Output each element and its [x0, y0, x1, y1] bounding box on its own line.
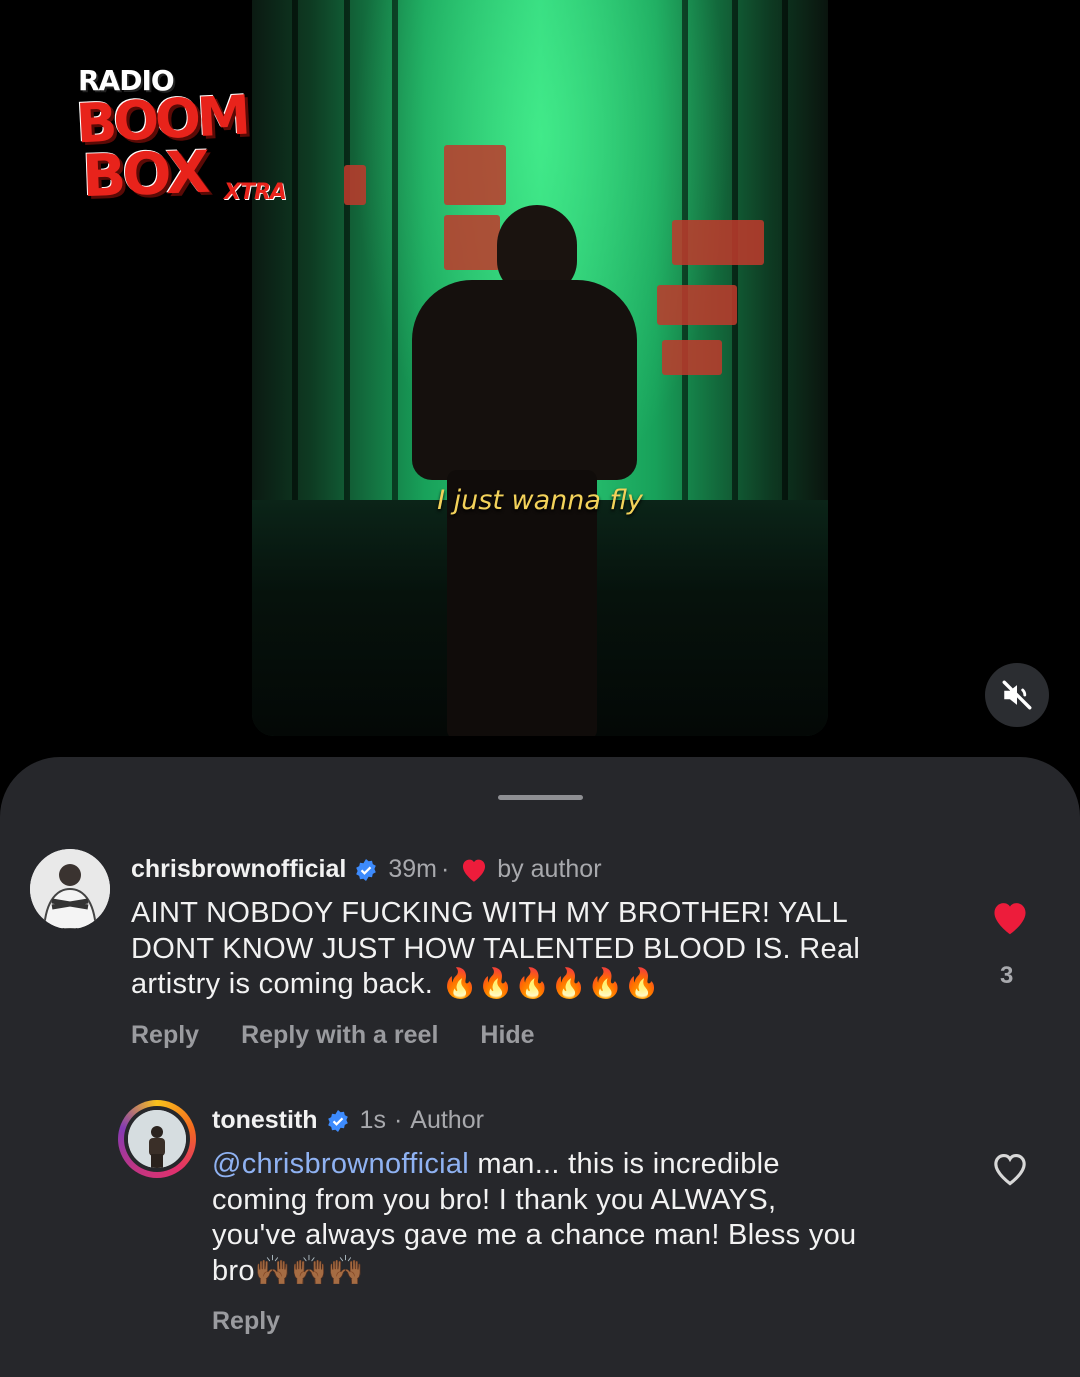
- meta-separator: ·: [393, 1106, 403, 1134]
- comment-username[interactable]: tonestith: [212, 1106, 318, 1135]
- comment-text-fragment: man... this is incredible: [469, 1148, 780, 1180]
- comment-text-line: @chrisbrownofficial man... this is incre…: [212, 1147, 856, 1183]
- comment-text: AINT NOBDOY FUCKING WITH MY BROTHER! YAL…: [131, 896, 860, 1003]
- comment-text-line: artistry is coming back. 🔥🔥🔥🔥🔥🔥: [131, 968, 660, 1000]
- avatar-photo: [30, 849, 110, 929]
- heart-filled-icon: [994, 903, 1026, 935]
- comment-text-line: coming from you bro! I thank you ALWAYS,: [212, 1183, 777, 1216]
- like-button[interactable]: [989, 1149, 1031, 1192]
- author-label: Author: [410, 1106, 484, 1134]
- heart-outline-icon: [994, 1154, 1026, 1186]
- comment-time: 39m: [388, 855, 437, 883]
- video-sign: [672, 220, 764, 265]
- liked-by-author-label: by author: [497, 855, 602, 883]
- reel-video[interactable]: I just wanna fly: [252, 0, 828, 736]
- video-sign: [344, 165, 366, 205]
- comment-username[interactable]: chrisbrownofficial: [131, 855, 346, 884]
- video-sign: [444, 215, 500, 270]
- comment-meta: tonestith 1s · Author: [212, 1106, 484, 1135]
- reply-with-reel-button[interactable]: Reply with a reel: [241, 1021, 438, 1050]
- comment-text: @chrisbrownofficial man... this is incre…: [212, 1147, 856, 1289]
- avatar-photo: [128, 1110, 186, 1168]
- like-button[interactable]: [989, 898, 1031, 941]
- mention-link[interactable]: @chrisbrownofficial: [212, 1148, 469, 1180]
- meta-separator: ·: [440, 855, 450, 883]
- avatar[interactable]: [124, 1106, 190, 1172]
- comment-text-line: DONT KNOW JUST HOW TALENTED BLOOD IS. Re…: [131, 932, 861, 965]
- avatar[interactable]: [30, 849, 110, 929]
- speaker-muted-icon: [1002, 680, 1032, 710]
- verified-badge-icon: [326, 1109, 350, 1133]
- like-count: 3: [1000, 962, 1014, 989]
- comment-text-line: you've always gave me a chance man! Bles…: [212, 1219, 857, 1251]
- video-sign: [662, 340, 722, 375]
- reply-button[interactable]: Reply: [131, 1021, 199, 1050]
- logo-text: XTRA: [224, 180, 287, 205]
- comment-text-line: bro🙌🏾🙌🏾🙌🏾: [212, 1254, 365, 1287]
- verified-badge-icon: [354, 858, 378, 882]
- mute-button[interactable]: [985, 663, 1049, 727]
- comment-meta: chrisbrownofficial 39m · by author: [131, 855, 602, 884]
- comment-actions: Reply: [212, 1307, 322, 1336]
- comment-text-line: AINT NOBDOY FUCKING WITH MY BROTHER! YAL…: [131, 897, 849, 929]
- comments-sheet: chrisbrownofficial 39m · by author AINT …: [0, 757, 1080, 1377]
- heart-filled-icon: [459, 856, 489, 883]
- hide-button[interactable]: Hide: [480, 1021, 534, 1050]
- radio-boombox-logo: RADIO BOOM BOX XTRA: [70, 60, 310, 220]
- logo-text: BOX: [80, 137, 208, 211]
- video-person: [412, 280, 637, 480]
- sheet-drag-handle[interactable]: [498, 795, 583, 800]
- video-sign: [657, 285, 737, 325]
- video-subtitle: I just wanna fly: [437, 485, 643, 516]
- video-sign: [444, 145, 506, 205]
- comment-time: 1s: [359, 1106, 386, 1134]
- reply-button[interactable]: Reply: [212, 1307, 280, 1336]
- comment-actions: Reply Reply with a reel Hide: [131, 1021, 577, 1050]
